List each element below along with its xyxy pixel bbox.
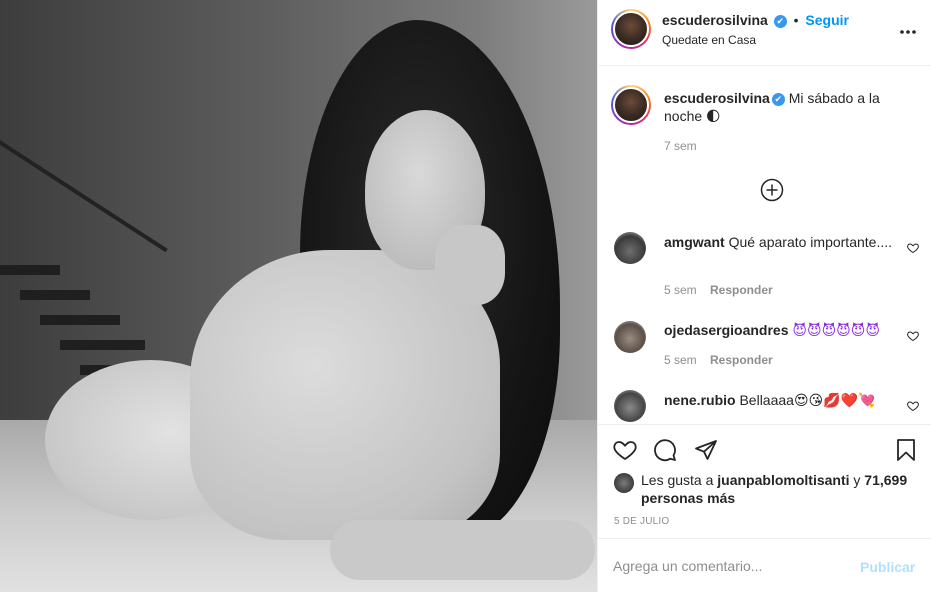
comment-like-icon[interactable] bbox=[907, 330, 919, 342]
post-date[interactable]: 5 DE JULIO bbox=[614, 516, 669, 527]
liker-avatar[interactable] bbox=[614, 473, 634, 493]
post-panel: escuderosilvina ✔ • Seguir Quedate en Ca… bbox=[597, 0, 931, 592]
add-comment-bar: Publicar bbox=[598, 538, 931, 592]
more-options-icon[interactable] bbox=[896, 22, 920, 42]
comment-text: Bellaaaa😍😘💋❤️💘 bbox=[739, 392, 876, 408]
comment-time[interactable]: 5 sem bbox=[664, 283, 697, 297]
verified-icon: ✔ bbox=[773, 14, 787, 28]
comment-text: 😈😈😈😈😈😈 bbox=[792, 322, 880, 338]
comment: nene.rubio Bellaaaa😍😘💋❤️💘 bbox=[664, 391, 904, 409]
caption-avatar[interactable] bbox=[611, 85, 651, 125]
load-more-comments-icon[interactable] bbox=[760, 178, 784, 202]
reply-button[interactable]: Responder bbox=[710, 353, 773, 367]
publish-button[interactable]: Publicar bbox=[860, 559, 915, 575]
comment-text: Qué aparato importante.... bbox=[728, 234, 893, 250]
comment-time[interactable]: 5 sem bbox=[664, 353, 697, 367]
follow-button[interactable]: Seguir bbox=[805, 12, 849, 28]
caption-time[interactable]: 7 sem bbox=[664, 139, 697, 153]
comment-username[interactable]: nene.rubio bbox=[664, 392, 736, 408]
photo-arm bbox=[330, 520, 595, 580]
comment-username[interactable]: amgwant bbox=[664, 234, 725, 250]
photo-stairs bbox=[0, 170, 190, 390]
comments-area[interactable]: escuderosilvina ✔ Mi sábado a la noche 🌓 … bbox=[598, 67, 931, 425]
header-separator: • bbox=[793, 12, 799, 28]
comment-icon[interactable] bbox=[652, 438, 678, 462]
comment-like-icon[interactable] bbox=[907, 400, 919, 412]
caption: escuderosilvina ✔ Mi sábado a la noche 🌓 bbox=[664, 89, 914, 125]
header-author-line: escuderosilvina ✔ • Seguir bbox=[662, 12, 849, 28]
reply-button[interactable]: Responder bbox=[710, 283, 773, 297]
likes-and: y bbox=[853, 472, 861, 488]
liker-username[interactable]: juanpablomoltisanti bbox=[717, 472, 849, 488]
likes-summary: Les gusta a juanpablomoltisanti y 71,699… bbox=[641, 471, 921, 507]
comment-input[interactable] bbox=[613, 551, 853, 581]
comment-avatar[interactable] bbox=[614, 390, 646, 422]
verified-icon: ✔ bbox=[771, 92, 785, 106]
post-location[interactable]: Quedate en Casa bbox=[662, 33, 756, 47]
author-avatar[interactable] bbox=[611, 9, 651, 49]
comment-avatar[interactable] bbox=[614, 321, 646, 353]
comment-username[interactable]: ojedasergioandres bbox=[664, 322, 789, 338]
comment: amgwant Qué aparato importante.... bbox=[664, 233, 894, 251]
comment-avatar[interactable] bbox=[614, 232, 646, 264]
photo-hand bbox=[435, 225, 505, 305]
caption-username[interactable]: escuderosilvina bbox=[664, 90, 770, 106]
post-header: escuderosilvina ✔ • Seguir Quedate en Ca… bbox=[598, 0, 931, 66]
post-photo[interactable] bbox=[0, 0, 597, 592]
comment: ojedasergioandres 😈😈😈😈😈😈 bbox=[664, 321, 904, 339]
comment-like-icon[interactable] bbox=[907, 242, 919, 254]
paper-plane-icon[interactable] bbox=[693, 438, 719, 462]
likes-prefix: Les gusta a bbox=[641, 472, 714, 488]
bookmark-icon[interactable] bbox=[894, 438, 918, 462]
post-actions: Les gusta a juanpablomoltisanti y 71,699… bbox=[598, 426, 931, 538]
author-username[interactable]: escuderosilvina bbox=[662, 12, 768, 28]
heart-icon[interactable] bbox=[612, 438, 638, 462]
